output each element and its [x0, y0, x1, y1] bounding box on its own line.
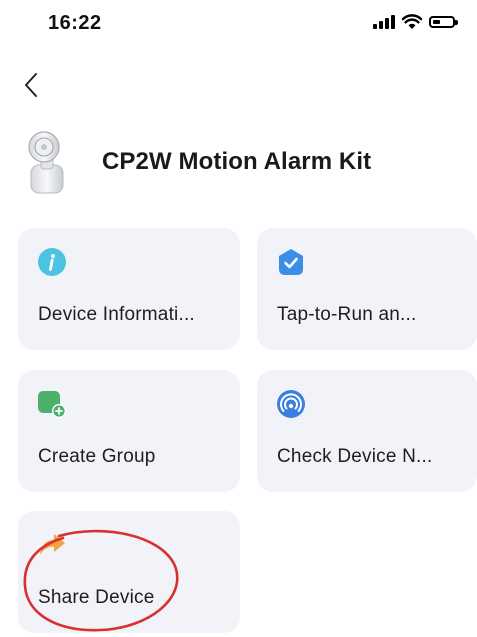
network-signal-icon — [277, 390, 305, 418]
create-group-label: Create Group — [38, 446, 156, 467]
create-group-icon — [38, 391, 66, 418]
device-information-label: Device Informati... — [38, 304, 195, 325]
status-icons — [373, 14, 458, 30]
create-group-card[interactable]: Create Group — [18, 370, 240, 492]
tap-to-run-label: Tap-to-Run an... — [277, 304, 417, 325]
device-header: CP2W Motion Alarm Kit — [22, 128, 462, 196]
tap-to-run-card[interactable]: Tap-to-Run an... — [257, 228, 477, 350]
motion-sensor-device-image — [28, 131, 64, 194]
wifi-icon — [402, 14, 422, 29]
status-bar: 16:22 — [0, 0, 477, 50]
share-device-label: Share Device — [38, 587, 155, 608]
status-time: 16:22 — [48, 12, 102, 34]
automation-check-icon — [279, 249, 303, 275]
device-information-card[interactable]: Device Informati... — [18, 228, 240, 350]
cellular-signal-icon — [373, 15, 395, 29]
back-button[interactable] — [14, 68, 48, 102]
chevron-left-icon — [25, 73, 37, 97]
check-device-network-card[interactable]: Check Device N... — [257, 370, 477, 492]
check-device-network-label: Check Device N... — [277, 446, 433, 467]
share-icon — [40, 534, 65, 555]
share-device-card[interactable]: Share Device — [18, 511, 240, 633]
device-name: CP2W Motion Alarm Kit — [102, 148, 372, 175]
battery-icon — [429, 16, 458, 28]
info-icon — [38, 248, 66, 276]
